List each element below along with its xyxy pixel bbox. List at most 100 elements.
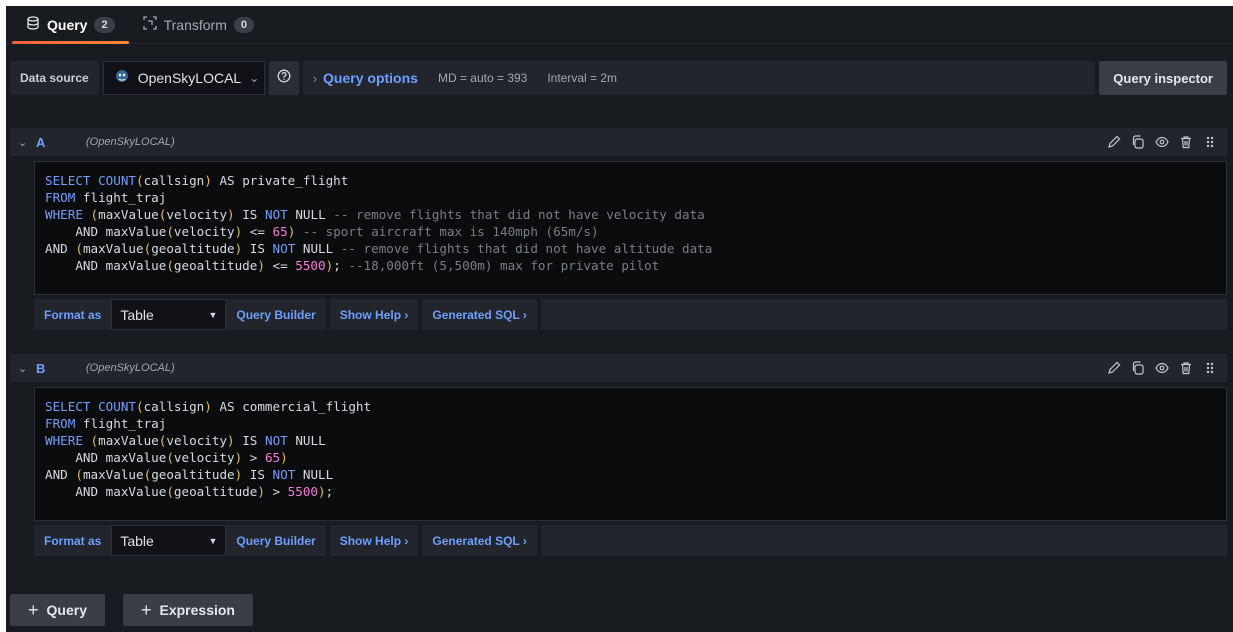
query-row-header-a[interactable]: ⌄ A (OpenSkyLOCAL) bbox=[10, 128, 1227, 156]
sql-code-editor[interactable]: SELECT COUNT(callsign) AS commercial_fli… bbox=[34, 387, 1227, 521]
trash-icon[interactable] bbox=[1179, 135, 1193, 149]
code-token: geoaltitude bbox=[151, 241, 235, 256]
code-line[interactable]: AND (maxValue(geoaltitude) IS NOT NULL -… bbox=[45, 240, 1216, 257]
code-line[interactable]: WHERE (maxValue(velocity) IS NOT NULL bbox=[45, 432, 1216, 449]
chevron-down-icon[interactable]: ⌄ bbox=[18, 362, 36, 375]
code-token: maxValue bbox=[82, 467, 144, 482]
code-token: AS private_flight bbox=[211, 173, 349, 188]
code-line[interactable]: AND maxValue(velocity) <= 65) -- sport a… bbox=[45, 223, 1216, 240]
chevron-down-icon: ⌄ bbox=[249, 71, 260, 85]
code-token: WHERE bbox=[45, 207, 83, 222]
code-token: NULL bbox=[295, 467, 334, 482]
datasource-picker[interactable]: OpenSkyLOCAL ⌄ bbox=[102, 61, 265, 95]
code-line[interactable]: SELECT COUNT(callsign) AS commercial_fli… bbox=[45, 398, 1216, 415]
query-inspector-button[interactable]: Query inspector bbox=[1099, 61, 1227, 95]
database-icon bbox=[26, 16, 40, 33]
query-builder-button[interactable]: Query Builder bbox=[226, 299, 330, 330]
code-token: callsign bbox=[143, 173, 205, 188]
code-token: ( bbox=[136, 173, 144, 188]
code-token: ) bbox=[257, 258, 265, 273]
question-circle-icon bbox=[277, 69, 291, 88]
code-token: WHERE bbox=[45, 433, 83, 448]
eye-icon[interactable] bbox=[1155, 361, 1169, 375]
show-help-button[interactable]: Show Help › bbox=[330, 299, 423, 330]
query-options-toggle[interactable]: › Query options MD = auto = 393 Interval… bbox=[302, 61, 1096, 95]
datasource-help-button[interactable] bbox=[268, 61, 299, 95]
code-token: IS bbox=[234, 433, 265, 448]
duplicate-icon[interactable] bbox=[1131, 361, 1145, 375]
code-line[interactable]: SELECT COUNT(callsign) AS private_flight bbox=[45, 172, 1216, 189]
query-ref-id[interactable]: A bbox=[36, 135, 86, 150]
code-line[interactable]: FROM flight_traj bbox=[45, 415, 1216, 432]
add-expression-label: Expression bbox=[159, 602, 235, 618]
code-token: -- remove flights that did not have alti… bbox=[340, 241, 713, 256]
code-line[interactable]: AND (maxValue(geoaltitude) IS NOT NULL bbox=[45, 466, 1216, 483]
code-token: ( bbox=[166, 258, 174, 273]
code-token: maxValue bbox=[98, 207, 159, 222]
datasource-label: Data source bbox=[10, 61, 99, 95]
format-as-label: Format as bbox=[44, 533, 102, 548]
query-datasource-name: (OpenSkyLOCAL) bbox=[86, 136, 175, 148]
caret-down-icon: ▼ bbox=[208, 535, 218, 546]
code-token: maxValue bbox=[82, 241, 144, 256]
eye-icon[interactable] bbox=[1155, 135, 1169, 149]
query-row-header-b[interactable]: ⌄ B (OpenSkyLOCAL) bbox=[10, 354, 1227, 382]
drag-handle-icon[interactable] bbox=[1203, 361, 1217, 375]
code-line[interactable]: AND maxValue(geoaltitude) > 5500); bbox=[45, 483, 1216, 500]
format-select[interactable]: Table ▼ bbox=[111, 299, 227, 330]
query-ref-id[interactable]: B bbox=[36, 361, 86, 376]
tab-transform[interactable]: Transform 0 bbox=[129, 6, 268, 43]
code-token: geoaltitude bbox=[151, 467, 235, 482]
code-token: maxValue bbox=[98, 433, 159, 448]
code-token: ) bbox=[227, 207, 235, 222]
duplicate-icon[interactable] bbox=[1131, 135, 1145, 149]
drag-handle-icon[interactable] bbox=[1203, 135, 1217, 149]
add-expression-button[interactable]: + Expression bbox=[122, 594, 253, 626]
edit-icon[interactable] bbox=[1107, 361, 1121, 375]
code-token: ) bbox=[204, 399, 212, 414]
add-actions: + Query + Expression bbox=[10, 594, 253, 626]
format-select[interactable]: Table ▼ bbox=[111, 525, 227, 556]
code-token: NOT bbox=[264, 433, 288, 448]
code-token: IS bbox=[242, 467, 273, 482]
generated-sql-button[interactable]: Generated SQL › bbox=[422, 299, 541, 330]
query-row-actions bbox=[1107, 361, 1227, 375]
editor-tabs: Query 2 Transform 0 bbox=[6, 6, 1233, 44]
trash-icon[interactable] bbox=[1179, 361, 1193, 375]
interval-info: Interval = 2m bbox=[547, 71, 618, 85]
query-options-label: Query options bbox=[323, 70, 418, 86]
code-token: NOT bbox=[264, 207, 288, 222]
code-token: AND bbox=[45, 241, 76, 256]
chevron-down-icon[interactable]: ⌄ bbox=[18, 136, 36, 149]
code-token: COUNT bbox=[98, 173, 136, 188]
code-token: ( bbox=[166, 224, 174, 239]
code-token: <= bbox=[264, 258, 296, 273]
code-token: flight_traj bbox=[75, 190, 167, 205]
query-footer: Format as Table ▼ Query Builder Show Hel… bbox=[34, 525, 1227, 556]
show-help-button[interactable]: Show Help › bbox=[330, 525, 423, 556]
code-token: ( bbox=[75, 467, 83, 482]
tab-transform-count: 0 bbox=[233, 16, 254, 33]
code-token: AS commercial_flight bbox=[211, 399, 372, 414]
sql-code-editor[interactable]: SELECT COUNT(callsign) AS private_flight… bbox=[34, 161, 1227, 295]
generated-sql-button[interactable]: Generated SQL › bbox=[422, 525, 541, 556]
sql-code[interactable]: SELECT COUNT(callsign) AS private_flight… bbox=[45, 172, 1216, 274]
edit-icon[interactable] bbox=[1107, 135, 1121, 149]
code-token: AND maxValue bbox=[45, 224, 167, 239]
tab-query[interactable]: Query 2 bbox=[12, 6, 129, 44]
code-line[interactable]: FROM flight_traj bbox=[45, 189, 1216, 206]
code-token: velocity bbox=[166, 433, 228, 448]
add-query-button[interactable]: + Query bbox=[10, 594, 105, 626]
code-line[interactable]: AND maxValue(velocity) > 65) bbox=[45, 449, 1216, 466]
code-line[interactable]: WHERE (maxValue(velocity) IS NOT NULL --… bbox=[45, 206, 1216, 223]
code-token: ) bbox=[227, 433, 235, 448]
code-token: callsign bbox=[143, 399, 205, 414]
query-builder-button[interactable]: Query Builder bbox=[226, 525, 330, 556]
code-line[interactable]: AND maxValue(geoaltitude) <= 5500); --18… bbox=[45, 257, 1216, 274]
code-token: NULL bbox=[287, 207, 334, 222]
sql-code[interactable]: SELECT COUNT(callsign) AS commercial_fli… bbox=[45, 398, 1216, 500]
code-token: ; bbox=[325, 484, 334, 499]
code-token: ) bbox=[257, 484, 265, 499]
